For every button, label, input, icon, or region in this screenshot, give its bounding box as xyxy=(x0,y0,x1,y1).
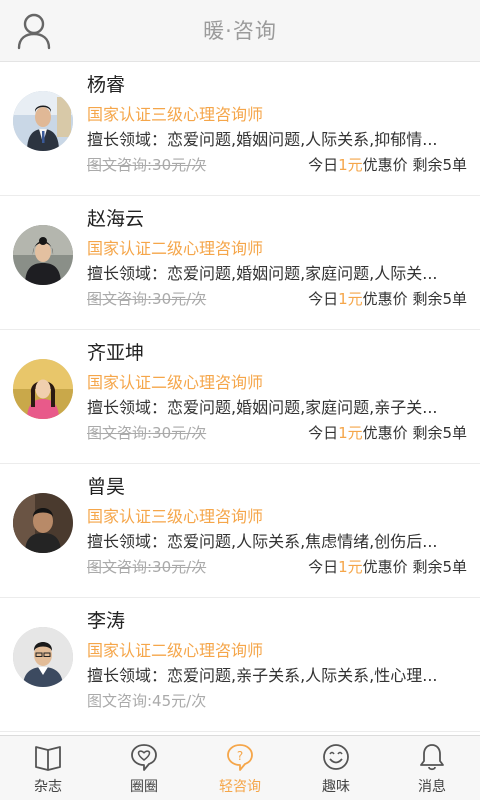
svg-text:?: ? xyxy=(237,749,243,763)
counselor-item[interactable]: 杨睿 国家认证三级心理咨询师 擅长领域：恋爱问题,婚姻问题,人际关系,抑郁情..… xyxy=(0,62,480,196)
remaining-count: 剩余5单 xyxy=(412,424,467,442)
question-icon: ? xyxy=(227,744,253,771)
counselor-cert: 国家认证二级心理咨询师 xyxy=(87,239,264,258)
avatar xyxy=(13,91,73,151)
counselor-original-price: 图文咨询:30元/次 xyxy=(87,558,207,576)
avatar xyxy=(13,493,73,553)
counselor-list: 杨睿 国家认证三级心理咨询师 擅长领域：恋爱问题,婚姻问题,人际关系,抑郁情..… xyxy=(0,62,480,732)
app-header: 暖·咨询 xyxy=(0,0,480,62)
promo-suffix: 优惠价 xyxy=(362,558,408,576)
promo-amount: 1元 xyxy=(338,558,363,576)
promo-info: 今日1元优惠价 剩余5单 xyxy=(308,422,467,443)
tab-light-consult[interactable]: ? 轻咨询 xyxy=(192,736,288,800)
counselor-name: 李涛 xyxy=(87,610,126,632)
counselor-item[interactable]: 齐亚坤 国家认证二级心理咨询师 擅长领域：恋爱问题,婚姻问题,家庭问题,亲子关.… xyxy=(0,330,480,464)
promo-prefix: 今日 xyxy=(308,558,339,576)
counselor-specialty: 擅长领域：恋爱问题,婚姻问题,家庭问题,人际关... xyxy=(87,264,438,283)
promo-suffix: 优惠价 xyxy=(362,424,408,442)
counselor-item[interactable]: 赵海云 国家认证二级心理咨询师 擅长领域：恋爱问题,婚姻问题,家庭问题,人际关.… xyxy=(0,196,480,330)
counselor-name: 赵海云 xyxy=(87,208,145,230)
promo-suffix: 优惠价 xyxy=(362,156,408,174)
counselor-item[interactable]: 曾昊 国家认证三级心理咨询师 擅长领域：恋爱问题,人际关系,焦虑情绪,创伤后..… xyxy=(0,464,480,598)
promo-amount: 1元 xyxy=(338,424,363,442)
book-icon xyxy=(35,746,61,771)
counselor-item[interactable]: 李涛 国家认证二级心理咨询师 擅长领域：恋爱问题,亲子关系,人际关系,性心理..… xyxy=(0,598,480,732)
promo-prefix: 今日 xyxy=(308,290,339,308)
avatar xyxy=(13,225,73,285)
tab-messages[interactable]: 消息 xyxy=(384,736,480,800)
counselor-cert: 国家认证二级心理咨询师 xyxy=(87,641,264,660)
counselor-cert: 国家认证三级心理咨询师 xyxy=(87,507,264,526)
tab-label: 圈圈 xyxy=(130,779,158,795)
promo-prefix: 今日 xyxy=(308,424,339,442)
page-title: 暖·咨询 xyxy=(203,19,277,43)
promo-info: 今日1元优惠价 剩余5单 xyxy=(308,154,467,175)
counselor-cert: 国家认证三级心理咨询师 xyxy=(87,105,264,124)
promo-amount: 1元 xyxy=(338,156,363,174)
tab-label: 消息 xyxy=(418,779,446,795)
tab-magazine[interactable]: 杂志 xyxy=(0,736,96,800)
heart-chat-icon xyxy=(131,744,157,771)
counselor-specialty: 擅长领域：恋爱问题,婚姻问题,家庭问题,亲子关... xyxy=(87,398,438,417)
tab-label: 轻咨询 xyxy=(219,779,261,795)
promo-amount: 1元 xyxy=(338,290,363,308)
counselor-specialty: 擅长领域：恋爱问题,人际关系,焦虑情绪,创伤后... xyxy=(87,532,438,551)
counselor-name: 杨睿 xyxy=(87,74,126,96)
counselor-specialty: 擅长领域：恋爱问题,婚姻问题,人际关系,抑郁情... xyxy=(87,130,438,149)
counselor-original-price: 图文咨询:30元/次 xyxy=(87,424,207,442)
promo-suffix: 优惠价 xyxy=(362,290,408,308)
counselor-cert: 国家认证二级心理咨询师 xyxy=(87,373,264,392)
bottom-tab-bar: 杂志 圈圈 ? 轻咨询 趣味 消息 xyxy=(0,735,480,800)
remaining-count: 剩余5单 xyxy=(412,156,467,174)
tab-circles[interactable]: 圈圈 xyxy=(96,736,192,800)
counselor-specialty: 擅长领域：恋爱问题,亲子关系,人际关系,性心理... xyxy=(87,666,438,685)
counselor-name: 曾昊 xyxy=(87,476,126,498)
counselor-price: 图文咨询:45元/次 xyxy=(87,692,207,710)
promo-prefix: 今日 xyxy=(308,156,339,174)
remaining-count: 剩余5单 xyxy=(412,558,467,576)
smile-icon xyxy=(323,744,349,770)
counselor-name: 齐亚坤 xyxy=(87,342,145,364)
tab-label: 趣味 xyxy=(322,779,350,795)
bell-icon xyxy=(420,744,444,771)
promo-info: 今日1元优惠价 剩余5单 xyxy=(308,288,467,309)
tab-label: 杂志 xyxy=(34,779,62,795)
avatar xyxy=(13,627,73,687)
counselor-original-price: 图文咨询:30元/次 xyxy=(87,290,207,308)
tab-fun[interactable]: 趣味 xyxy=(288,736,384,800)
avatar xyxy=(13,359,73,419)
promo-info: 今日1元优惠价 剩余5单 xyxy=(308,556,467,577)
counselor-original-price: 图文咨询:30元/次 xyxy=(87,156,207,174)
remaining-count: 剩余5单 xyxy=(412,290,467,308)
